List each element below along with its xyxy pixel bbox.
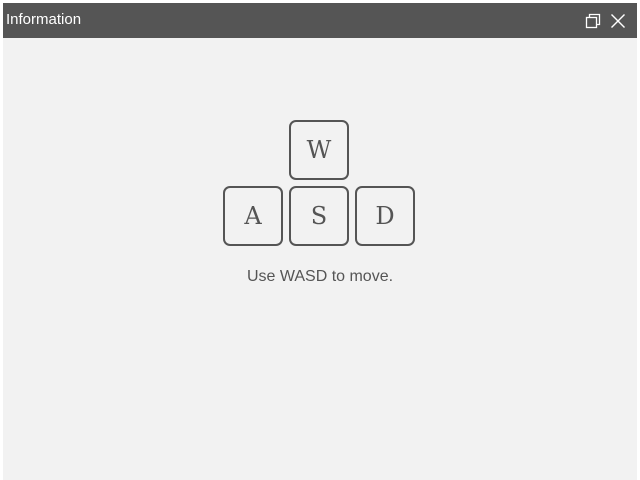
key-s: S <box>289 186 349 246</box>
restore-icon <box>585 13 601 29</box>
information-window: Information W A S D Use WASD to move. <box>3 3 637 480</box>
close-button[interactable] <box>609 12 627 30</box>
window-title: Information <box>6 11 82 28</box>
key-d: D <box>355 186 415 246</box>
close-icon <box>611 14 625 28</box>
title-bar[interactable]: Information <box>3 3 637 38</box>
restore-button[interactable] <box>584 12 602 30</box>
key-a: A <box>223 186 283 246</box>
instruction-text: Use WASD to move. <box>246 268 394 285</box>
key-w: W <box>289 120 349 180</box>
